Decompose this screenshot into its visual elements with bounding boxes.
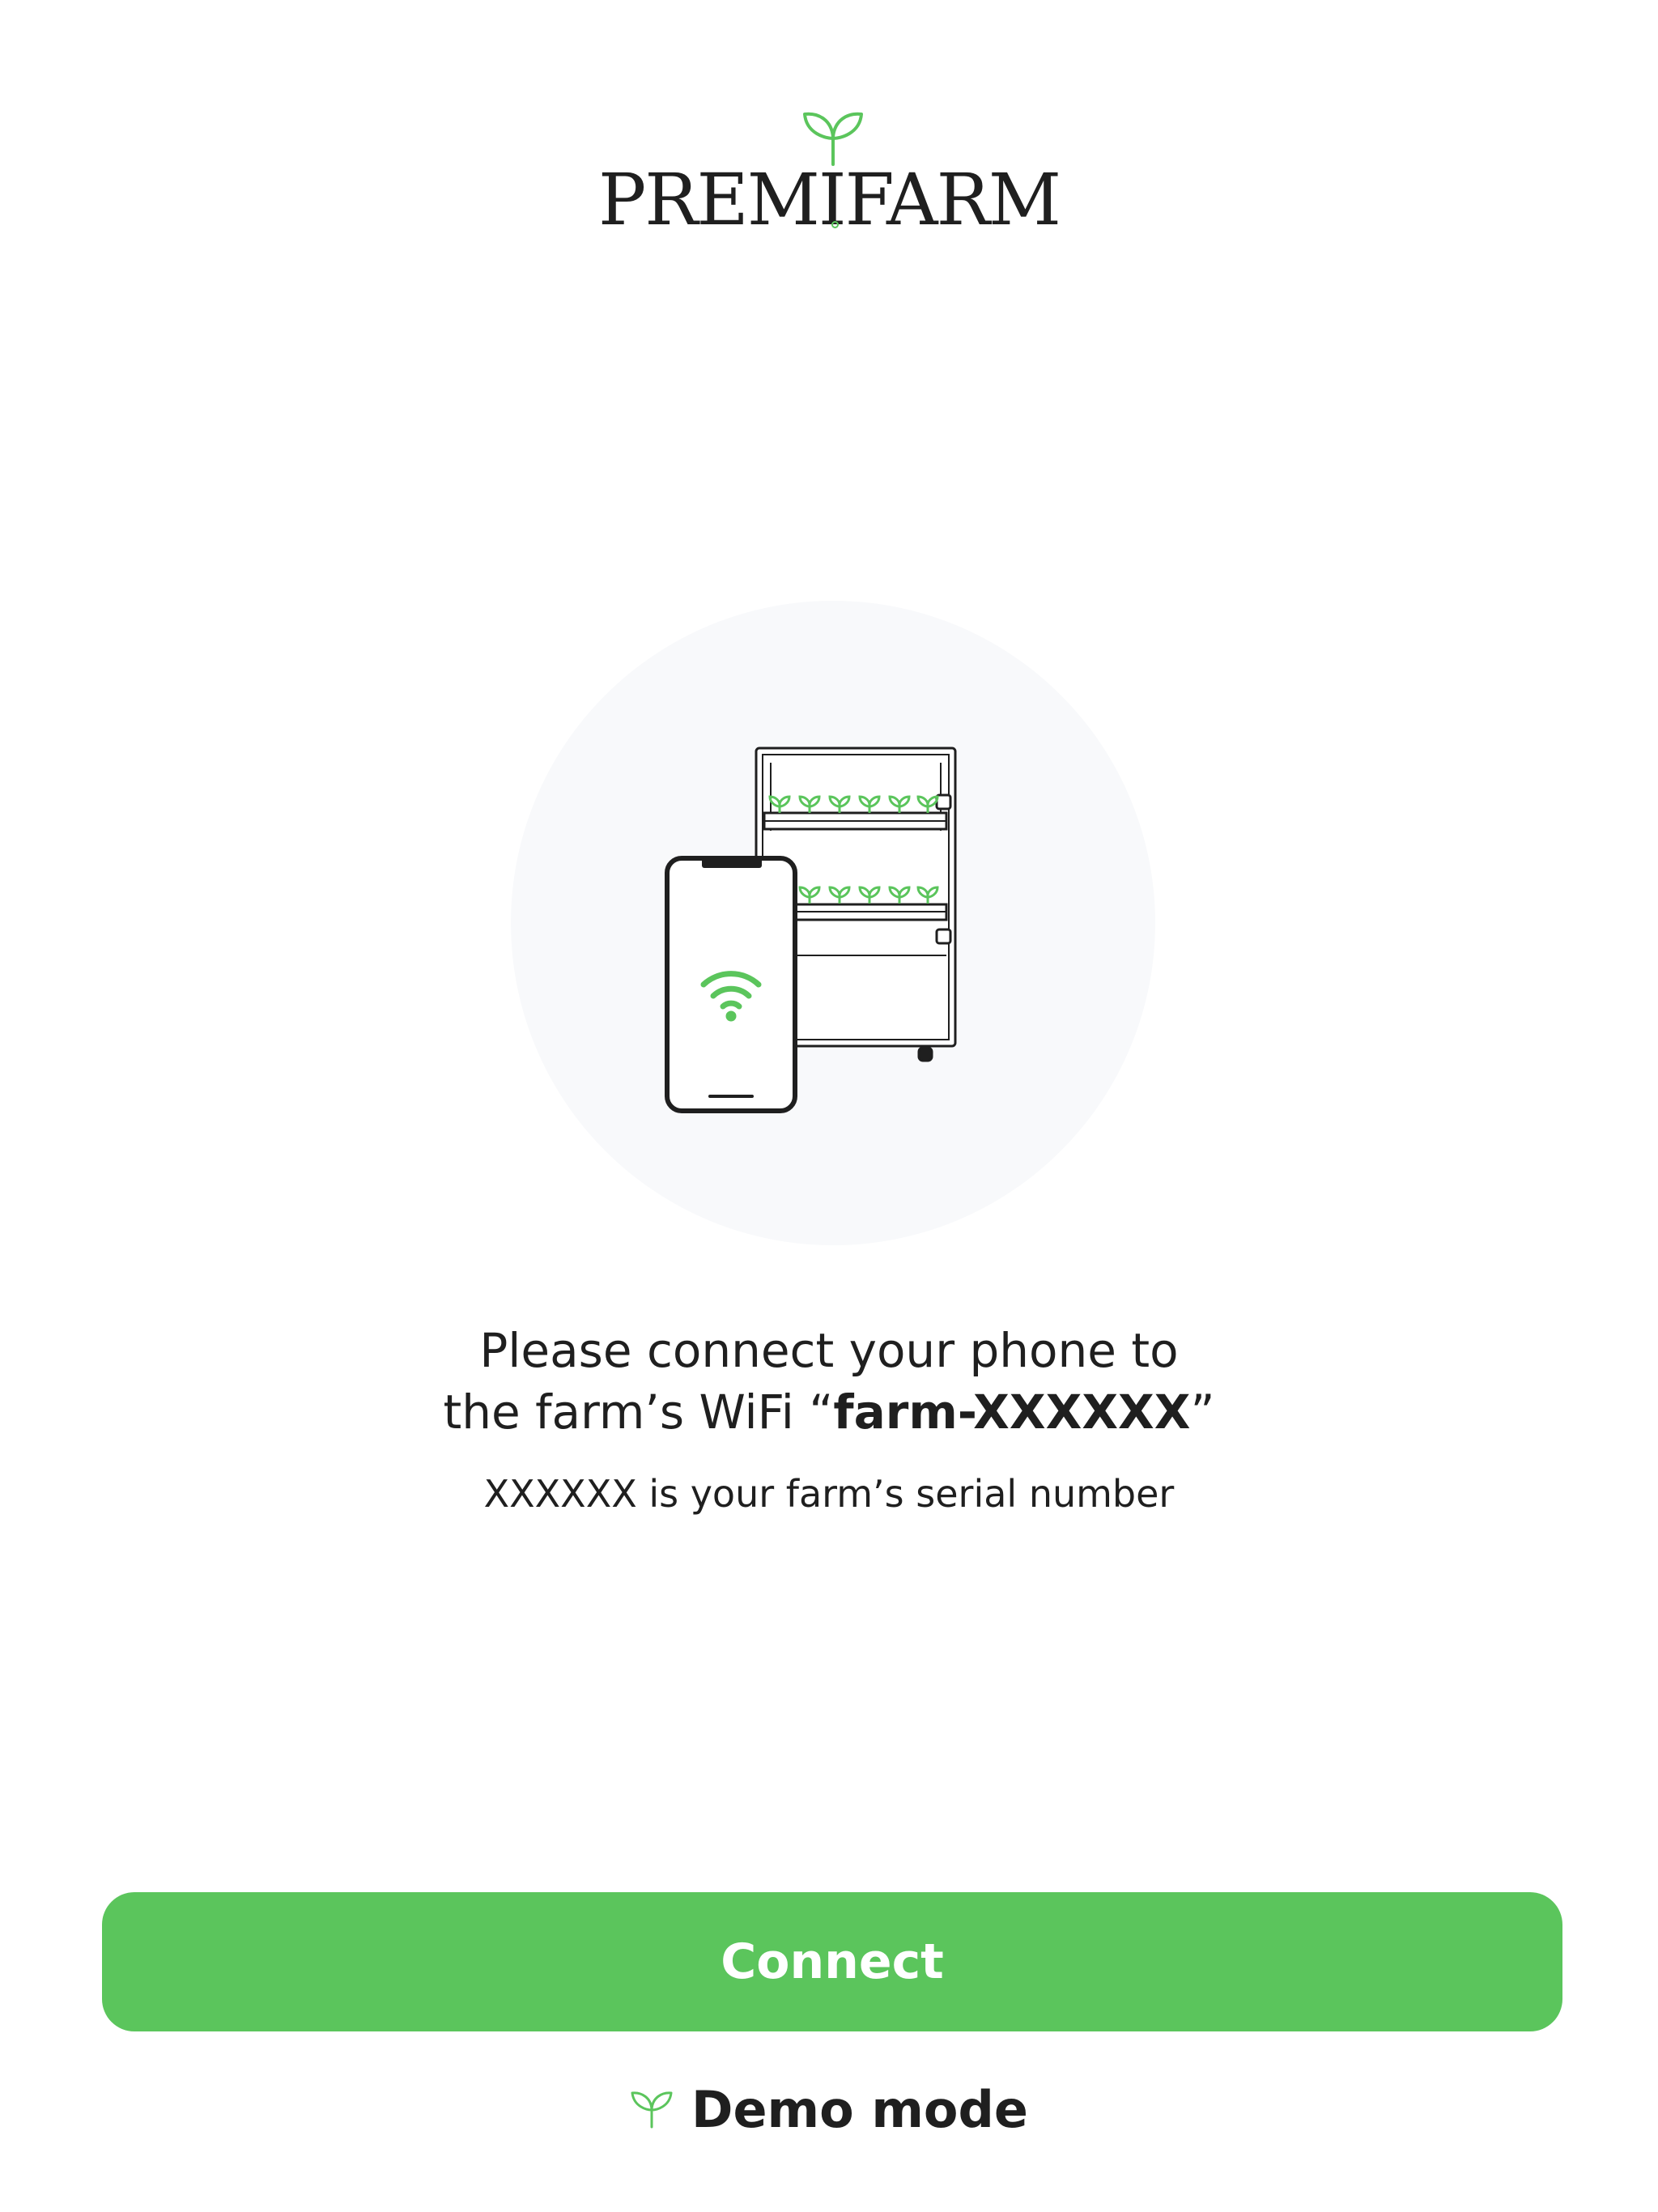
instructions-line-1: Please connect your phone to [479,1323,1179,1378]
connect-instructions: Please connect your phone to the farm’s … [0,1320,1658,1443]
sprout-icon [631,2091,673,2129]
demo-mode-button[interactable]: Demo mode [0,2073,1658,2146]
farm-connection-illustration [665,747,957,1113]
serial-number-hint: XXXXXX is your farm’s serial number [483,1472,1175,1516]
phone-icon [665,856,797,1113]
network-name: farm-XXXXXX [833,1385,1191,1440]
brand-name: PREMIFARM [598,158,1061,241]
brand-logo: PREMIFARM [0,109,1658,241]
instructions-line-2: the farm’s WiFi “farm-XXXXXX” [0,1381,1658,1443]
demo-mode-label: Demo mode [691,2079,1028,2139]
logo-dot [831,221,839,228]
instructions-line-2-prefix: the farm’s WiFi “ [443,1385,834,1440]
instructions-line-2-suffix: ” [1190,1385,1215,1440]
connect-button[interactable]: Connect [102,1892,1562,2031]
